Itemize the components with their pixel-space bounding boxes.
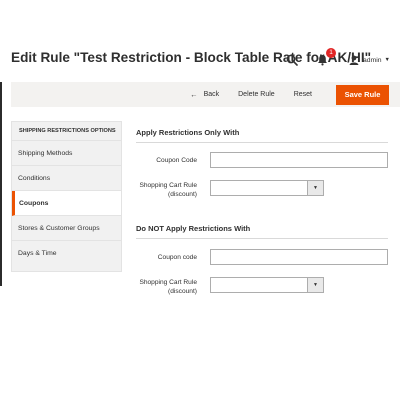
not-apply-cart-rule-label-line1: Shopping Cart Rule (139, 279, 197, 286)
sidebar-item-days-time[interactable]: Days & Time (12, 241, 121, 266)
notification-count-badge: 1 (326, 48, 337, 58)
back-button[interactable]: ← Back (190, 90, 219, 99)
caret-down-icon: ▼ (384, 57, 390, 63)
not-apply-coupon-code-label: Coupon code (157, 254, 197, 261)
not-apply-cart-rule-select[interactable]: ▼ (210, 277, 324, 293)
not-apply-cart-rule-label: Shopping Cart Rule (discount) (139, 278, 197, 296)
page-header: Edit Rule "Test Restriction - Block Tabl… (0, 0, 400, 82)
apply-cart-rule-label-line2: (discount) (168, 191, 197, 198)
user-menu[interactable]: admin ▼ (349, 55, 390, 65)
user-icon (349, 55, 359, 65)
not-apply-cart-rule-label-line2: (discount) (168, 288, 197, 295)
apply-section-divider (136, 142, 388, 143)
apply-coupon-code-label: Coupon Code (156, 157, 197, 164)
not-apply-coupon-code-input[interactable] (210, 249, 388, 265)
user-name: admin (363, 56, 382, 64)
sidebar-item-conditions[interactable]: Conditions (12, 166, 121, 191)
save-rule-button[interactable]: Save Rule (336, 84, 389, 105)
apply-cart-rule-label: Shopping Cart Rule (discount) (139, 181, 197, 199)
notifications-button[interactable]: 1 (315, 48, 337, 67)
sidebar-item-shipping-methods[interactable]: Shipping Methods (12, 141, 121, 166)
not-apply-section-title: Do NOT Apply Restrictions With (136, 224, 251, 233)
sidebar-item-coupons[interactable]: Coupons (12, 191, 121, 216)
header-tools: 1 admin ▼ (285, 48, 390, 68)
apply-cart-rule-select[interactable]: ▼ (210, 180, 324, 196)
arrow-left-icon: ← (190, 90, 198, 99)
sidebar-title: SHIPPING RESTRICTIONS OPTIONS (12, 122, 121, 141)
sidebar-item-stores-customer-groups[interactable]: Stores & Customer Groups (12, 216, 121, 241)
search-icon (286, 54, 298, 66)
back-label: Back (203, 91, 220, 98)
reset-button[interactable]: Reset (294, 91, 312, 98)
delete-rule-button[interactable]: Delete Rule (238, 91, 275, 98)
search-button[interactable] (285, 53, 299, 67)
sidebar: SHIPPING RESTRICTIONS OPTIONS Shipping M… (11, 121, 122, 272)
caret-down-icon: ▼ (307, 181, 323, 195)
left-edge-border (0, 46, 2, 286)
apply-cart-rule-label-line1: Shopping Cart Rule (139, 182, 197, 189)
apply-section-title: Apply Restrictions Only With (136, 128, 240, 137)
page-actions-bar: ← Back Delete Rule Reset Save Rule (11, 82, 400, 107)
apply-coupon-code-input[interactable] (210, 152, 388, 168)
caret-down-icon: ▼ (307, 278, 323, 292)
not-apply-section-divider (136, 238, 388, 239)
